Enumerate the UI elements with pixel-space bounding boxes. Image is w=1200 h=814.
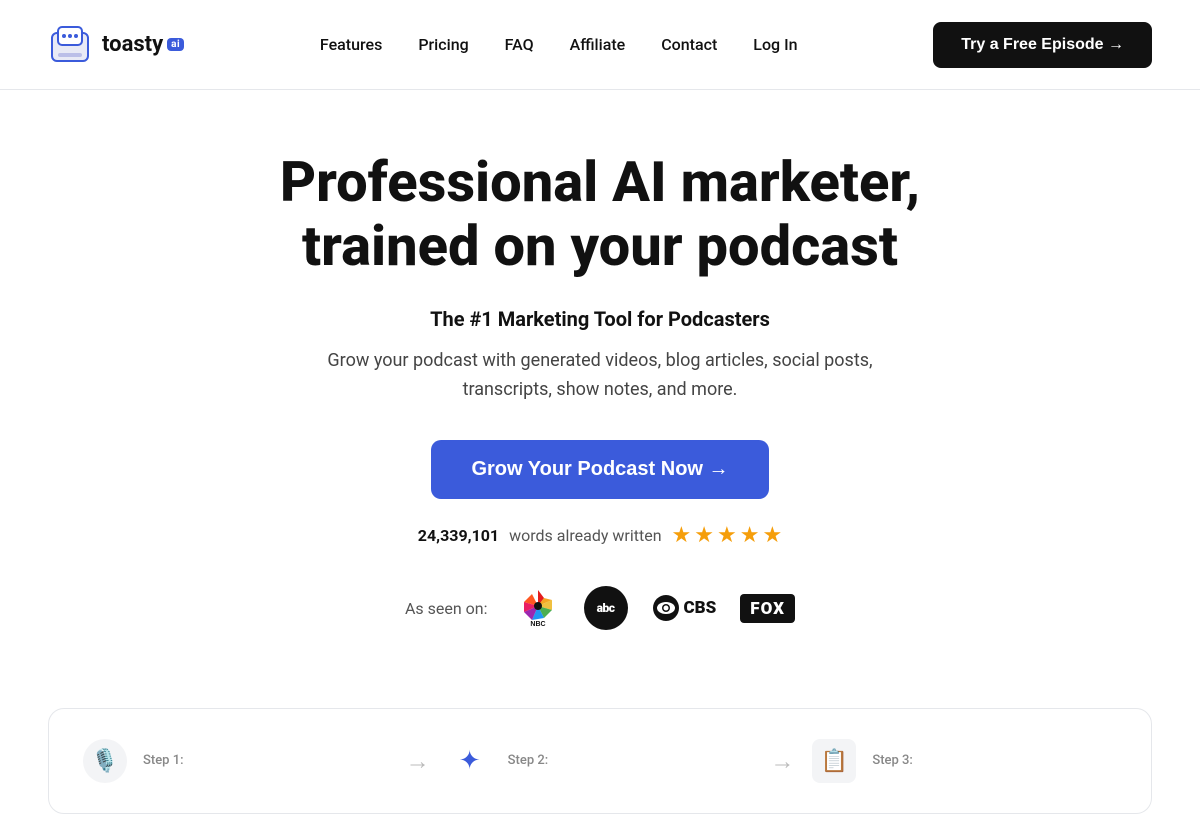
hero-description: Grow your podcast with generated videos,… — [310, 347, 890, 405]
hero-title: Professional AI marketer, trained on you… — [280, 150, 920, 279]
step-2-label: Step 2: — [508, 753, 549, 768]
hero-section: Professional AI marketer, trained on you… — [0, 90, 1200, 708]
nav-cta-button[interactable]: Try a Free Episode → — [933, 22, 1152, 68]
step-1-icon-area: 🎙️ — [81, 737, 129, 785]
star-3: ★ — [717, 523, 737, 548]
logo-text: toasty ai — [102, 32, 184, 57]
nav-login[interactable]: Log In — [753, 35, 797, 54]
svg-text:NBC: NBC — [530, 621, 545, 628]
star-2: ★ — [694, 523, 714, 548]
nav-faq[interactable]: FAQ — [505, 35, 534, 54]
sparkle-icon: ✦ — [459, 746, 481, 776]
step-arrow-2: → — [754, 747, 810, 776]
star-4: ★ — [740, 523, 760, 548]
steps-section: 🎙️ Step 1: → ✦ Step 2: → 📋 Step 3: — [48, 708, 1152, 814]
nav-affiliate[interactable]: Affiliate — [570, 35, 626, 54]
step-1-label: Step 1: — [143, 753, 184, 768]
logo-name: toasty — [102, 32, 163, 57]
main-nav: Features Pricing FAQ Affiliate Contact L… — [320, 35, 798, 54]
as-seen-label: As seen on: — [405, 599, 488, 618]
step-2: ✦ Step 2: — [446, 737, 755, 785]
hero-title-line2: trained on your podcast — [302, 213, 898, 279]
step-arrow-1: → — [390, 747, 446, 776]
cbs-text: CBS — [684, 598, 717, 618]
hero-title-line1: Professional AI marketer, — [280, 149, 920, 215]
podcast-icon: 🎙️ — [83, 739, 127, 783]
nav-pricing[interactable]: Pricing — [418, 35, 468, 54]
nav-features[interactable]: Features — [320, 35, 382, 54]
hero-subtitle: The #1 Marketing Tool for Podcasters — [430, 307, 770, 331]
header: toasty ai Features Pricing FAQ Affiliate… — [0, 0, 1200, 90]
step-3: 📋 Step 3: — [810, 737, 1119, 785]
words-count-row: 24,339,101 words already written ★ ★ ★ ★… — [418, 523, 782, 548]
star-rating: ★ ★ ★ ★ ★ — [672, 523, 783, 548]
words-suffix: words already written — [509, 526, 661, 545]
nav-contact[interactable]: Contact — [661, 35, 717, 54]
step-3-label: Step 3: — [872, 753, 913, 768]
star-1: ★ — [672, 523, 692, 548]
logo-icon — [48, 23, 92, 67]
star-5: ★ — [762, 523, 782, 548]
logo[interactable]: toasty ai — [48, 23, 184, 67]
as-seen-on-row: As seen on: NBC — [405, 584, 795, 632]
logo-ai-badge: ai — [167, 38, 184, 51]
fox-logo: FOX — [740, 594, 795, 623]
step-1-text: Step 1: — [143, 753, 184, 770]
abc-logo: abc — [584, 586, 628, 630]
media-logos: NBC abc CBS FOX — [516, 584, 796, 632]
words-count-number: 24,339,101 — [418, 526, 499, 545]
step-1: 🎙️ Step 1: — [81, 737, 390, 785]
hero-cta-button[interactable]: Grow Your Podcast Now → — [431, 440, 768, 499]
step-3-text: Step 3: — [872, 753, 913, 770]
nbc-logo: NBC — [516, 584, 560, 632]
step-2-text: Step 2: — [508, 753, 549, 770]
step-3-icon-area: 📋 — [810, 737, 858, 785]
step-2-icon-area: ✦ — [446, 737, 494, 785]
cbs-logo: CBS — [652, 594, 717, 622]
clipboard-icon: 📋 — [812, 739, 856, 783]
